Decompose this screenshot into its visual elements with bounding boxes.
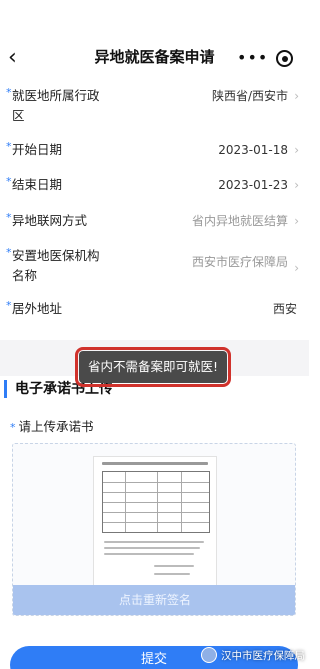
toast-message: 省内不需备案即可就医! <box>75 347 231 387</box>
form-row-insurance-agency[interactable]: * 安置地医保机构名称 西安市医疗保障局 › <box>0 246 309 286</box>
form-row-network-mode[interactable]: * 异地联网方式 省内异地就医结算 › <box>0 211 309 233</box>
form-value: 2023-01-18 <box>218 143 288 157</box>
form-label: 安置地医保机构名称 <box>12 248 100 283</box>
more-icon[interactable]: ••• <box>237 49 268 67</box>
required-mark: * <box>10 421 16 434</box>
commitment-upload-area[interactable]: 点击重新签名 <box>12 443 296 616</box>
close-target-icon[interactable] <box>276 50 293 67</box>
form-row-address[interactable]: * 居外地址 西安 <box>0 299 309 321</box>
upload-label: * 请上传承诺书 <box>10 416 94 435</box>
form-value: 省内异地就医结算 <box>191 214 288 228</box>
chevron-right-icon: › <box>294 89 299 103</box>
required-mark: * <box>6 140 12 153</box>
form-value: 西安市医疗保障局 <box>191 255 288 269</box>
form-label: 就医地所属行政区 <box>12 88 100 123</box>
chevron-right-icon: › <box>294 214 299 228</box>
chevron-right-icon: › <box>294 261 299 275</box>
chevron-right-icon: › <box>294 143 299 157</box>
form-value: 2023-01-23 <box>218 178 288 192</box>
form-label: 居外地址 <box>12 301 63 316</box>
commitment-document-preview <box>93 456 217 586</box>
form-value: 西安 <box>272 302 297 316</box>
document-table <box>102 471 210 533</box>
form-row-region[interactable]: * 就医地所属行政区 陕西省/西安市 › <box>0 86 309 126</box>
upload-label-text: 请上传承诺书 <box>18 419 94 434</box>
required-mark: * <box>6 211 12 224</box>
required-mark: * <box>6 175 12 188</box>
form-value: 陕西省/西安市 <box>211 89 288 103</box>
wechat-account-icon <box>201 647 217 663</box>
watermark-text: 汉中市医疗保障局 <box>221 649 305 662</box>
app-header: ‹ 异地就医备案申请 ••• <box>0 0 309 78</box>
resign-button[interactable]: 点击重新签名 <box>13 585 295 615</box>
form-row-start-date[interactable]: * 开始日期 2023-01-18 › <box>0 140 309 162</box>
form-row-end-date[interactable]: * 结束日期 2023-01-23 › <box>0 175 309 197</box>
required-mark: * <box>6 299 12 312</box>
chevron-right-icon: › <box>294 178 299 192</box>
document-title-line <box>102 462 208 465</box>
required-mark: * <box>6 246 12 259</box>
watermark: 汉中市医疗保障局 <box>201 647 305 663</box>
mini-program-capsule[interactable]: ••• <box>227 45 299 73</box>
required-mark: * <box>6 86 12 99</box>
